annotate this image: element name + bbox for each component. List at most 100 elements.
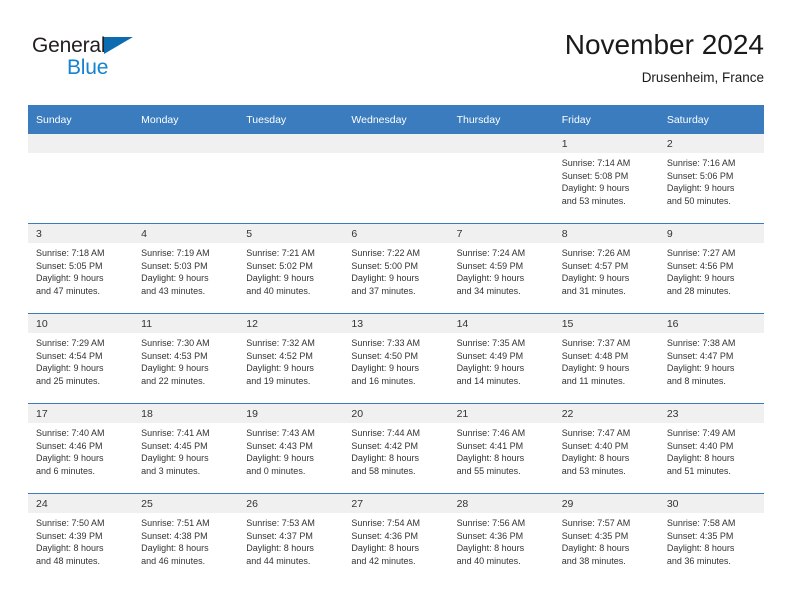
- sunset-text: Sunset: 4:47 PM: [666, 350, 734, 361]
- calendar-day-cell[interactable]: 9 Sunrise: 7:27 AM Sunset: 4:56 PM Daylight…: [658, 223, 764, 314]
- sunset-text: Sunset: 4:39 PM: [36, 530, 103, 541]
- calendar-day-cell[interactable]: 26 Sunrise: 7:53 AM Sunset: 4:37 PM Dayligh…: [238, 493, 344, 583]
- day-details: Sunrise: 7:43 AM Sunset: 4:43 PM Daylight:…: [238, 423, 343, 477]
- day-number: 7: [448, 224, 554, 243]
- daylight-text-line2: and 40 minutes.: [456, 555, 521, 566]
- daylight-text-line1: Daylight: 9 hours: [36, 273, 104, 284]
- calendar-header-row: Sunday Monday Tuesday Wednesday Thursday…: [28, 105, 764, 134]
- day-details: Sunrise: 7:46 AM Sunset: 4:41 PM Daylight:…: [449, 423, 554, 477]
- daylight-text-line2: and 19 minutes.: [246, 375, 311, 386]
- calendar-day-cell[interactable]: 14 Sunrise: 7:35 AM Sunset: 4:49 PM Dayligh…: [448, 313, 554, 404]
- sunset-text: Sunset: 4:56 PM: [666, 260, 734, 271]
- daylight-text-line2: and 53 minutes.: [561, 195, 626, 206]
- calendar-day-cell[interactable]: 21 Sunrise: 7:46 AM Sunset: 4:41 PM Dayligh…: [448, 403, 554, 494]
- calendar-day-cell[interactable]: 11 Sunrise: 7:30 AM Sunset: 4:53 PM Dayligh…: [133, 313, 239, 404]
- day-details: Sunrise: 7:29 AM Sunset: 4:54 PM Daylight:…: [28, 333, 133, 387]
- calendar-day-cell[interactable]: 17 Sunrise: 7:40 AM Sunset: 4:46 PM Dayligh…: [28, 403, 134, 494]
- calendar-day-cell[interactable]: 18 Sunrise: 7:41 AM Sunset: 4:45 PM Dayligh…: [133, 403, 239, 494]
- day-details: Sunrise: 7:27 AM Sunset: 4:56 PM Daylight:…: [659, 243, 764, 297]
- calendar-day-cell[interactable]: 19 Sunrise: 7:43 AM Sunset: 4:43 PM Dayligh…: [238, 403, 344, 494]
- calendar-week-row: 10 Sunrise: 7:29 AM Sunset: 4:54 PM Dayligh…: [28, 313, 764, 404]
- day-number: [133, 134, 239, 153]
- sunrise-text: Sunrise: 7:44 AM: [351, 428, 420, 438]
- day-details: Sunrise: 7:26 AM Sunset: 4:57 PM Daylight:…: [554, 243, 659, 297]
- calendar-day-cell[interactable]: 29 Sunrise: 7:57 AM Sunset: 4:35 PM Dayligh…: [553, 493, 659, 583]
- day-details: Sunrise: 7:19 AM Sunset: 5:03 PM Daylight:…: [133, 243, 238, 297]
- day-details: Sunrise: 7:41 AM Sunset: 4:45 PM Daylight:…: [133, 423, 238, 477]
- day-number: 29: [553, 494, 659, 513]
- day-details: Sunrise: 7:30 AM Sunset: 4:53 PM Daylight:…: [133, 333, 238, 387]
- calendar-day-cell[interactable]: 5 Sunrise: 7:21 AM Sunset: 5:02 PM Daylight…: [238, 223, 344, 314]
- calendar-day-cell[interactable]: 28 Sunrise: 7:56 AM Sunset: 4:36 PM Dayligh…: [448, 493, 554, 583]
- calendar-day-cell[interactable]: 22 Sunrise: 7:47 AM Sunset: 4:40 PM Dayligh…: [553, 403, 659, 494]
- day-details: Sunrise: 7:44 AM Sunset: 4:42 PM Daylight:…: [343, 423, 448, 477]
- day-number: 23: [658, 404, 764, 423]
- day-details: Sunrise: 7:33 AM Sunset: 4:50 PM Daylight:…: [343, 333, 448, 387]
- daylight-text-line2: and 43 minutes.: [141, 285, 206, 296]
- daylight-text-line1: Daylight: 8 hours: [561, 453, 630, 464]
- calendar-day-cell[interactable]: 8 Sunrise: 7:26 AM Sunset: 4:57 PM Daylight…: [553, 223, 659, 314]
- day-details: Sunrise: 7:16 AM Sunset: 5:06 PM Daylight:…: [659, 153, 764, 207]
- calendar-day-cell[interactable]: 7 Sunrise: 7:24 AM Sunset: 4:59 PM Daylight…: [448, 223, 554, 314]
- calendar-day-cell[interactable]: 30 Sunrise: 7:58 AM Sunset: 4:35 PM Dayligh…: [658, 493, 764, 583]
- daylight-text-line1: Daylight: 8 hours: [456, 543, 525, 554]
- daylight-text-line2: and 58 minutes.: [351, 465, 416, 476]
- daylight-text-line1: Daylight: 9 hours: [351, 273, 419, 284]
- calendar-day-cell[interactable]: 2 Sunrise: 7:16 AM Sunset: 5:06 PM Daylight…: [658, 134, 764, 224]
- weekday-header-wednesday: Wednesday: [343, 105, 449, 134]
- calendar-day-cell[interactable]: 10 Sunrise: 7:29 AM Sunset: 4:54 PM Dayligh…: [28, 313, 134, 404]
- day-number: 12: [238, 314, 344, 333]
- daylight-text-line2: and 55 minutes.: [456, 465, 521, 476]
- sunrise-text: Sunrise: 7:30 AM: [141, 338, 210, 348]
- calendar-day-cell[interactable]: 23 Sunrise: 7:49 AM Sunset: 4:40 PM Dayligh…: [658, 403, 764, 494]
- sunrise-text: Sunrise: 7:57 AM: [561, 518, 631, 528]
- day-number: 14: [448, 314, 554, 333]
- day-number: 24: [28, 494, 134, 513]
- sunset-text: Sunset: 4:48 PM: [561, 350, 629, 361]
- generalblue-logo[interactable]: General Blue: [32, 34, 182, 90]
- logo-text-blue: Blue: [67, 56, 109, 79]
- calendar-day-cell[interactable]: 20 Sunrise: 7:44 AM Sunset: 4:42 PM Dayligh…: [343, 403, 449, 494]
- calendar-day-cell[interactable]: 25 Sunrise: 7:51 AM Sunset: 4:38 PM Dayligh…: [133, 493, 239, 583]
- day-number: 6: [343, 224, 449, 243]
- daylight-text-line1: Daylight: 9 hours: [561, 363, 630, 374]
- daylight-text-line1: Daylight: 9 hours: [666, 183, 735, 194]
- day-details: Sunrise: 7:57 AM Sunset: 4:35 PM Daylight:…: [554, 513, 659, 567]
- sunrise-text: Sunrise: 7:53 AM: [246, 518, 315, 528]
- weekday-header-sunday: Sunday: [28, 105, 134, 134]
- sunrise-text: Sunrise: 7:35 AM: [456, 338, 526, 348]
- day-number: 27: [343, 494, 449, 513]
- day-details: Sunrise: 7:58 AM Sunset: 4:35 PM Daylight:…: [659, 513, 764, 567]
- daylight-text-line1: Daylight: 8 hours: [456, 453, 525, 464]
- calendar-day-cell[interactable]: 13 Sunrise: 7:33 AM Sunset: 4:50 PM Dayligh…: [343, 313, 449, 404]
- weekday-header-thursday: Thursday: [448, 105, 554, 134]
- sunset-text: Sunset: 4:35 PM: [666, 530, 734, 541]
- calendar-day-cell[interactable]: 15 Sunrise: 7:37 AM Sunset: 4:48 PM Dayligh…: [553, 313, 659, 404]
- sunrise-text: Sunrise: 7:33 AM: [351, 338, 420, 348]
- calendar-day-cell[interactable]: 24 Sunrise: 7:50 AM Sunset: 4:39 PM Dayligh…: [28, 493, 134, 583]
- day-number: 3: [28, 224, 134, 243]
- daylight-text-line2: and 37 minutes.: [351, 285, 416, 296]
- calendar-day-cell[interactable]: 16 Sunrise: 7:38 AM Sunset: 4:47 PM Dayligh…: [658, 313, 764, 404]
- calendar-cell-empty: [343, 134, 449, 224]
- calendar-day-cell[interactable]: 3 Sunrise: 7:18 AM Sunset: 5:05 PM Daylight…: [28, 223, 134, 314]
- weekday-header-monday: Monday: [133, 105, 239, 134]
- sunrise-text: Sunrise: 7:50 AM: [36, 518, 105, 528]
- calendar-day-cell[interactable]: 6 Sunrise: 7:22 AM Sunset: 5:00 PM Daylight…: [343, 223, 449, 314]
- daylight-text-line2: and 31 minutes.: [561, 285, 626, 296]
- calendar-day-cell[interactable]: 27 Sunrise: 7:54 AM Sunset: 4:36 PM Dayligh…: [343, 493, 449, 583]
- calendar-day-cell[interactable]: 12 Sunrise: 7:32 AM Sunset: 4:52 PM Dayligh…: [238, 313, 344, 404]
- day-details: Sunrise: 7:49 AM Sunset: 4:40 PM Daylight:…: [659, 423, 764, 477]
- page-title: November 2024: [564, 29, 764, 60]
- sunset-text: Sunset: 4:42 PM: [351, 440, 418, 451]
- calendar-day-cell[interactable]: 4 Sunrise: 7:19 AM Sunset: 5:03 PM Daylight…: [133, 223, 239, 314]
- sunset-text: Sunset: 4:52 PM: [246, 350, 313, 361]
- day-details: Sunrise: 7:40 AM Sunset: 4:46 PM Daylight:…: [28, 423, 133, 477]
- calendar-day-cell[interactable]: 1 Sunrise: 7:14 AM Sunset: 5:08 PM Daylight…: [553, 134, 659, 224]
- daylight-text-line1: Daylight: 9 hours: [246, 453, 314, 464]
- day-number: 26: [238, 494, 344, 513]
- daylight-text-line1: Daylight: 8 hours: [666, 543, 735, 554]
- day-number: [28, 134, 134, 153]
- calendar-cell-empty: [448, 134, 554, 224]
- day-number: 8: [553, 224, 659, 243]
